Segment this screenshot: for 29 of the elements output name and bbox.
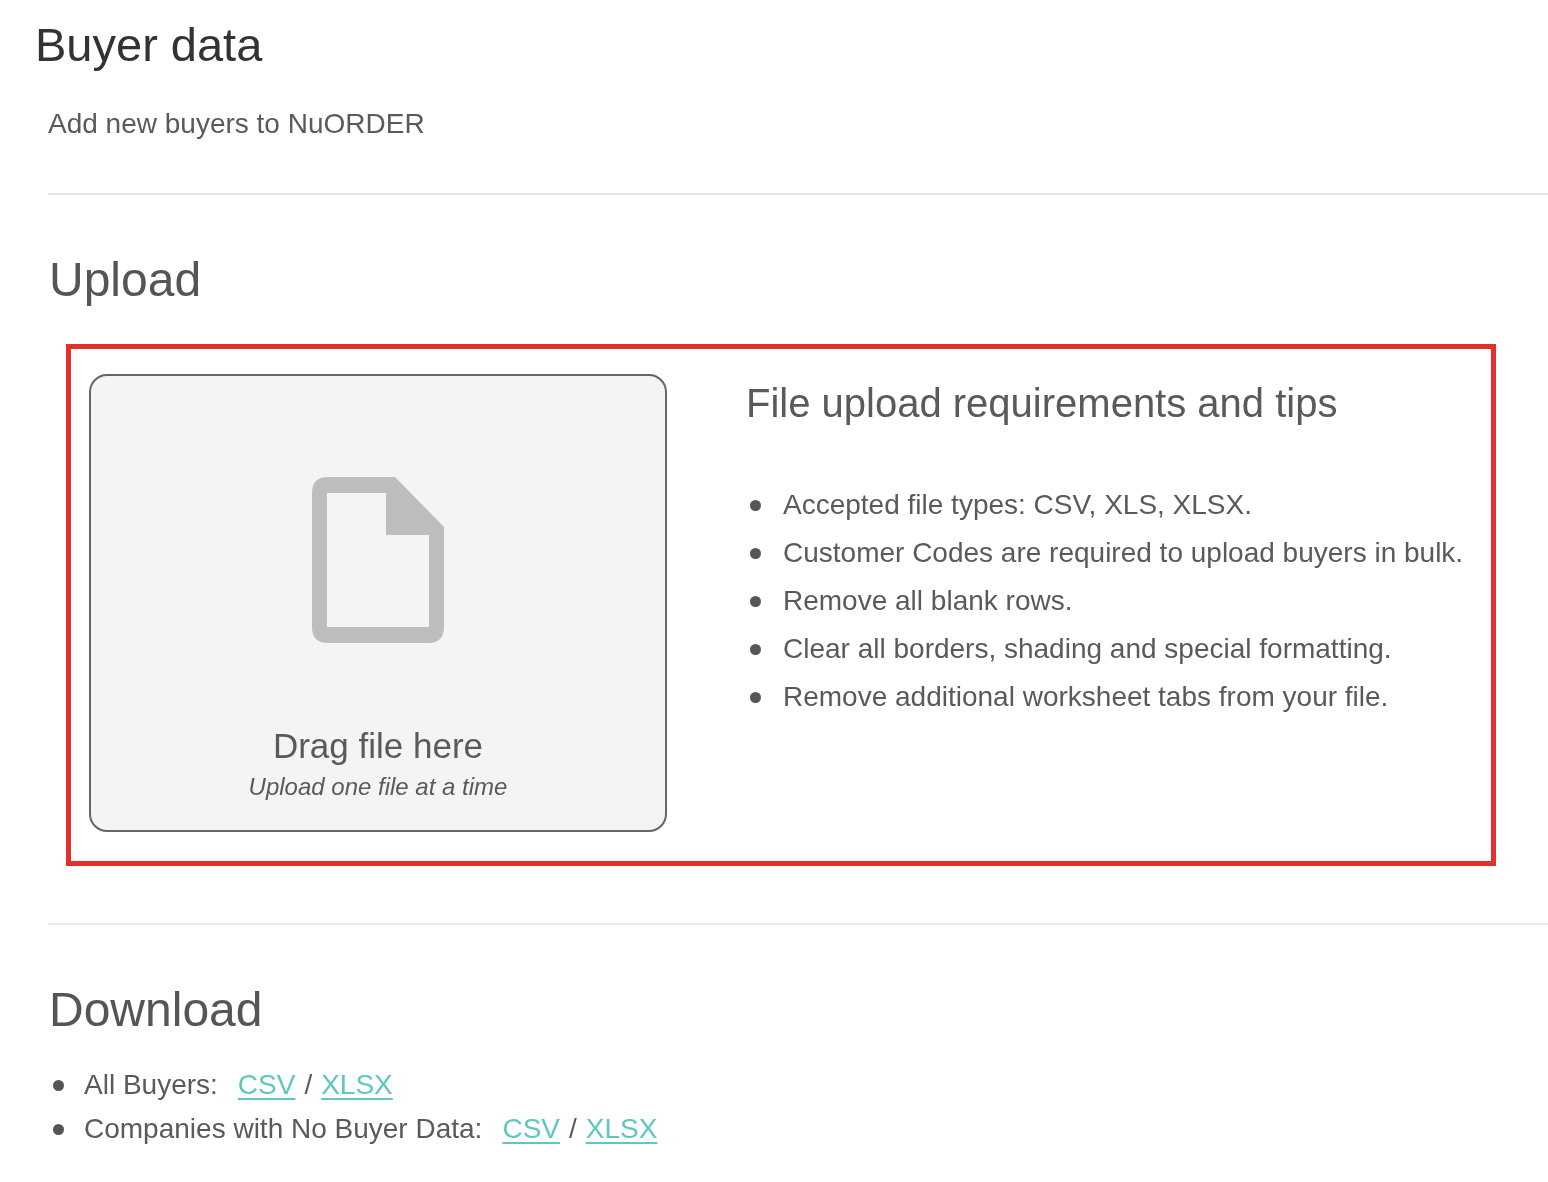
download-link[interactable]: XLSX [585,1112,658,1146]
tip-text: Accepted file types: CSV, XLS, XLSX. [783,488,1252,522]
tips-heading: File upload requirements and tips [746,380,1338,427]
link-separator: / [304,1068,313,1102]
tip-text: Remove additional worksheet tabs from your file. [783,680,1389,714]
download-label: Companies with No Buyer Data: [84,1112,483,1146]
drop-zone-title: Drag file here [272,725,484,767]
section-heading: Download [49,982,263,1038]
download-link[interactable]: XLSX [321,1068,393,1102]
download-link[interactable]: CSV [502,1112,560,1146]
bullet-icon [750,643,761,655]
tip-text: Clear all borders, shading and special formatting. [783,632,1392,666]
bullet-icon [750,499,761,511]
bullet-icon [750,691,761,703]
page-subtitle: Add new buyers to NuORDER [48,108,425,140]
bullet-icon [53,1123,64,1135]
link-separator: / [569,1112,577,1146]
download-label: All Buyers: [84,1068,218,1102]
drop-zone-hint: Upload one file at a time [248,773,508,801]
bullet-icon [53,1079,64,1091]
bullet-icon [750,547,761,559]
bullet-icon [750,595,761,607]
section-heading: Upload [49,252,202,308]
tip-text: Remove all blank rows. [783,584,1073,618]
download-link[interactable]: CSV [237,1068,296,1102]
document-icon [312,477,444,643]
drop-zone[interactable]: Drag file here Upload one file at a time [89,374,667,832]
page-title: Buyer data [35,17,263,73]
tip-text: Customer Codes are required to upload buyers in bulk. [783,536,1464,570]
